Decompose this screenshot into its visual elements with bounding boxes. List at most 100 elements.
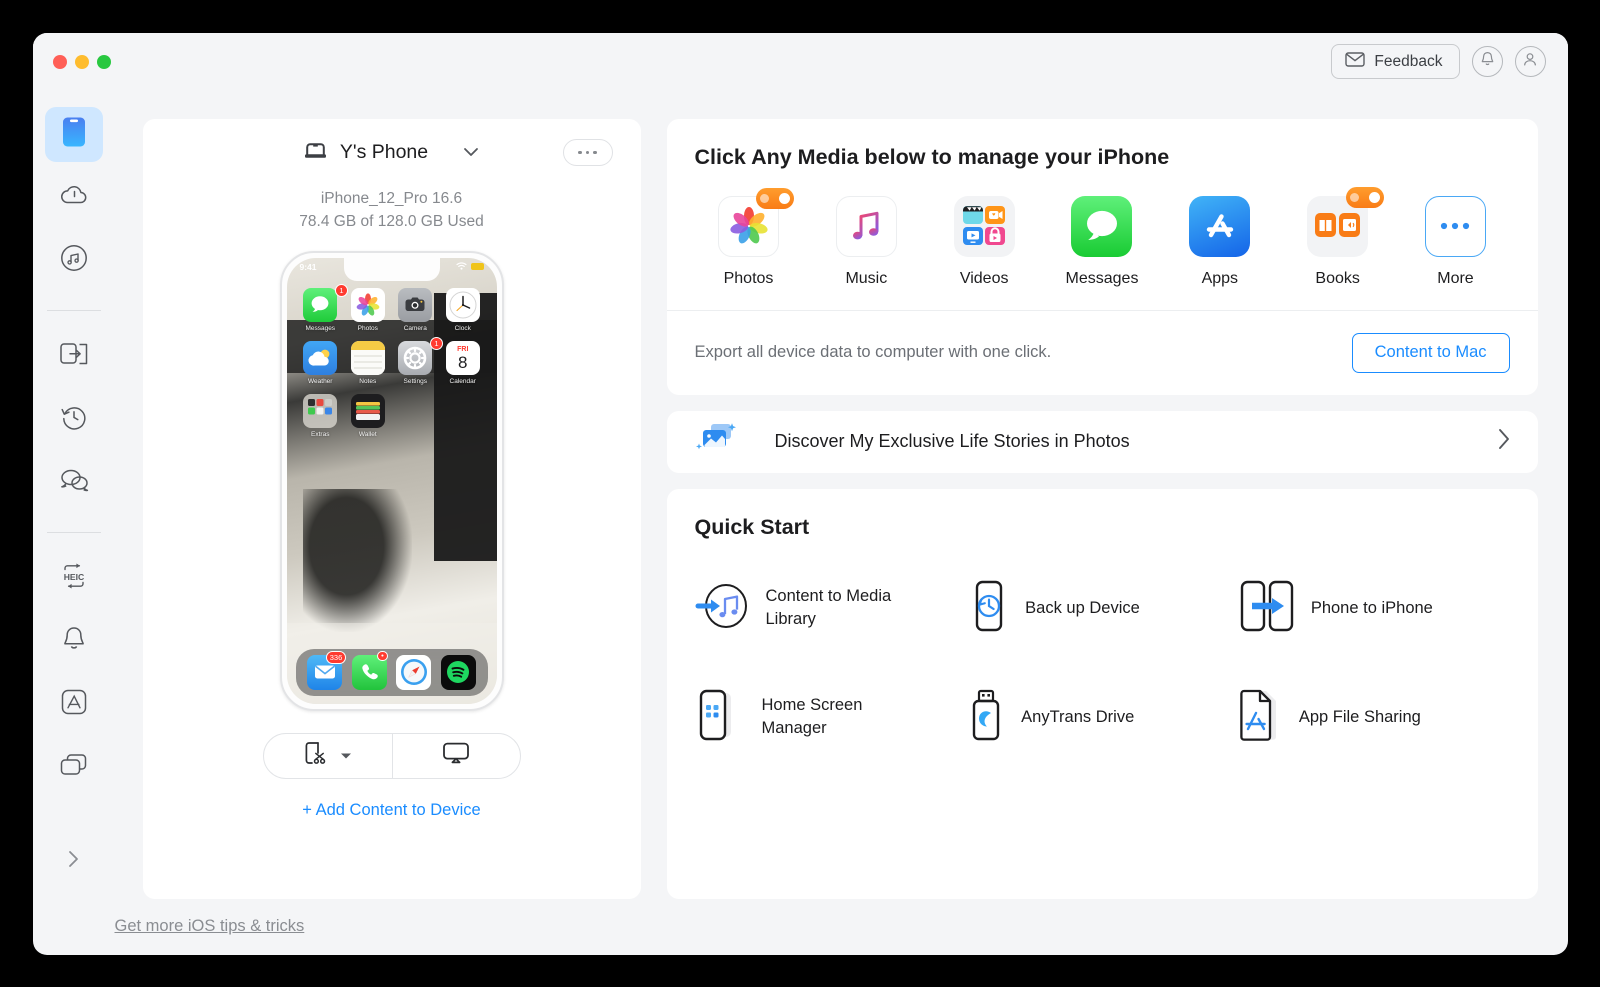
media-label: Apps <box>1201 269 1239 287</box>
quick-item-label: Phone to iPhone <box>1310 598 1433 617</box>
quick-item-phone-to-iphone[interactable]: Phone to iPhone <box>1238 580 1510 637</box>
quick-item-anytrans-drive[interactable]: AnyTrans Drive <box>966 689 1238 746</box>
device-more-button[interactable] <box>562 139 613 166</box>
videos-icon <box>953 195 1015 257</box>
dock-app[interactable] <box>396 654 432 690</box>
sidebar-item-backup-history[interactable] <box>45 392 103 447</box>
phone-app[interactable]: Wallet <box>344 393 392 438</box>
media-item-photos[interactable]: Photos <box>703 187 795 288</box>
sidebar: HEIC <box>32 90 115 899</box>
notifications-button[interactable] <box>1471 46 1503 77</box>
quick-item-back-up-device[interactable]: Back up Device <box>966 580 1238 637</box>
app-label: Weather <box>308 377 333 385</box>
photo-sparkle-icon <box>691 419 745 464</box>
sidebar-item-messages[interactable] <box>45 455 103 510</box>
dock-app[interactable]: 336 <box>307 650 347 690</box>
sync-toggle-badge[interactable] <box>1346 186 1385 208</box>
app-badge: • <box>377 650 388 661</box>
close-button[interactable] <box>52 54 67 69</box>
device-card: Y's Phone iPhone_12_Pro 16.6 78.4 GB of … <box>142 118 641 899</box>
device-icon <box>61 116 87 153</box>
phone-app[interactable]: Photos <box>344 287 392 332</box>
media-item-apps[interactable]: Apps <box>1174 195 1266 288</box>
caret-down-icon <box>340 747 352 765</box>
device-action-segments <box>262 732 521 779</box>
phone-screen: 9:41 1 Messages Photos Camera Clock Weat… <box>286 257 497 704</box>
quick-item-content-to-media-library[interactable]: Content to Media Library <box>695 580 967 637</box>
media-label: Books <box>1315 269 1360 287</box>
content-to-mac-button[interactable]: Content to Mac <box>1351 332 1510 373</box>
app-badge: 1 <box>430 336 443 350</box>
sidebar-item-screen-mirror[interactable] <box>45 740 103 795</box>
phone-app[interactable]: Extras <box>297 393 345 438</box>
media-item-music[interactable]: Music <box>820 195 912 288</box>
phone-app[interactable]: FRI 8 Calendar <box>439 340 487 385</box>
sidebar-item-ringtone-maker[interactable] <box>45 614 103 669</box>
app-label: Photos <box>357 324 378 332</box>
account-button[interactable] <box>1514 46 1546 77</box>
app-label: Camera <box>403 324 427 332</box>
sidebar-item-device-manager[interactable] <box>45 329 103 384</box>
phone-app[interactable]: Notes <box>344 340 392 385</box>
sidebar-item-media-downloader[interactable] <box>45 233 103 288</box>
sidebar-item-cloud[interactable] <box>45 170 103 225</box>
chevron-right-icon <box>67 849 81 874</box>
feedback-button[interactable]: Feedback <box>1331 44 1460 79</box>
wifi-icon <box>455 261 467 272</box>
phone-app[interactable]: Weather <box>297 340 345 385</box>
quick-start-card: Quick Start Content to Media Library Bac… <box>666 488 1538 899</box>
appstore-blue-icon <box>1189 195 1251 257</box>
clock-app-icon <box>445 287 480 322</box>
more-dots-icon <box>1424 195 1486 257</box>
cloud-icon <box>59 183 89 212</box>
app-file-sharing-icon <box>1238 689 1284 746</box>
app-label: Notes <box>359 377 377 385</box>
media-item-messages[interactable]: Messages <box>1056 195 1148 288</box>
sidebar-item-device[interactable] <box>44 106 103 162</box>
sidebar-item-app-downloader[interactable] <box>45 677 103 732</box>
notch <box>343 257 440 281</box>
ios-tips-link[interactable]: Get more iOS tips & tricks <box>115 917 305 936</box>
mirror-button[interactable] <box>391 733 520 778</box>
media-label: More <box>1437 269 1474 287</box>
sidebar-divider-2 <box>46 531 101 533</box>
phone-app[interactable]: Clock <box>439 287 487 332</box>
right-column: Click Any Media below to manage your iPh… <box>666 118 1538 899</box>
sidebar-item-heic-converter[interactable]: HEIC <box>45 551 103 606</box>
minimize-button[interactable] <box>74 54 89 69</box>
discover-banner[interactable]: Discover My Exclusive Life Stories in Ph… <box>666 410 1538 473</box>
device-selector[interactable]: Y's Phone <box>304 141 479 165</box>
phone-app[interactable]: 1 Settings <box>392 336 443 385</box>
quick-item-app-file-sharing[interactable]: App File Sharing <box>1238 689 1510 746</box>
window-controls <box>52 54 111 69</box>
sidebar-expand-button[interactable] <box>45 837 103 887</box>
music-circle-icon <box>60 244 88 277</box>
sync-toggle-badge[interactable] <box>756 187 794 209</box>
media-item-books[interactable]: Books <box>1292 186 1385 288</box>
dock-app[interactable] <box>440 654 476 690</box>
media-title: Click Any Media below to manage your iPh… <box>694 144 1170 169</box>
camera-app-icon <box>398 287 433 322</box>
add-content-to-device-link[interactable]: + Add Content to Device <box>302 801 480 820</box>
phone-app[interactable]: 1 Messages <box>297 283 348 332</box>
phone-mockup: 9:41 1 Messages Photos Camera Clock Weat… <box>279 250 504 711</box>
quick-item-home-screen-manager[interactable]: Home Screen Manager <box>695 689 967 746</box>
app-label: Clock <box>454 324 471 332</box>
svg-text:HEIC: HEIC <box>63 571 84 581</box>
app-label: Calendar <box>449 377 476 385</box>
zoom-button[interactable] <box>96 54 111 69</box>
heic-icon: HEIC <box>58 563 90 594</box>
screenshot-button[interactable] <box>264 734 392 778</box>
photos-icon <box>718 187 794 257</box>
quick-start-title: Quick Start <box>694 514 810 539</box>
messages-icon <box>1071 195 1133 257</box>
bell-outline-icon <box>61 625 87 658</box>
phone-dock: 336 • <box>295 648 488 696</box>
dock-app[interactable]: • <box>351 650 388 690</box>
discover-text: Discover My Exclusive Life Stories in Ph… <box>774 431 1130 451</box>
quick-start-grid: Content to Media Library Back up Device … <box>695 580 1510 746</box>
media-item-videos[interactable]: Videos <box>938 195 1030 288</box>
phone-app[interactable]: Camera <box>392 287 440 332</box>
media-item-more[interactable]: More <box>1409 195 1501 288</box>
app-label: Messages <box>305 324 336 332</box>
